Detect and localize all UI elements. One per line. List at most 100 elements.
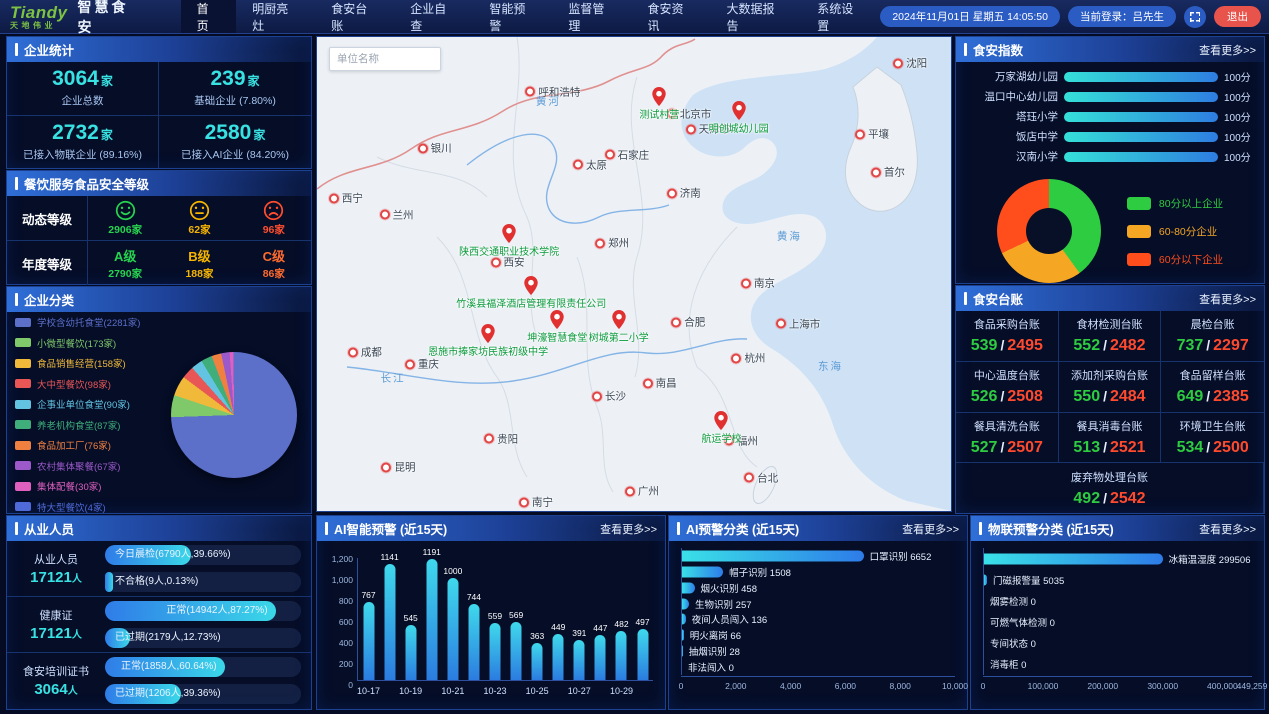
city-name: 合肥 — [684, 315, 705, 330]
safety-level-rows: 动态等级2906家62家96家年度等级A级2790家B级188家C级86家 — [7, 196, 311, 285]
index-bar-track — [1064, 132, 1218, 142]
school-name: 饭店中学 — [962, 129, 1058, 144]
ledger-done-count: 552 — [1073, 337, 1100, 354]
index-bar-fill — [1064, 152, 1218, 162]
nav-menu-item[interactable]: 大数据报告 — [710, 0, 801, 33]
ledger-pending-count: 2500 — [1213, 439, 1249, 456]
map-pin-marker[interactable]: 树城第二小学 — [612, 310, 626, 329]
view-more-link[interactable]: 查看更多>> — [600, 521, 657, 537]
y-tick-label: 400 — [327, 638, 353, 648]
ledger-values: 539/2495 — [971, 337, 1043, 355]
map-pin-marker[interactable]: 测试村营 — [652, 87, 666, 106]
datetime-pill: 2024年11月01日 星期五 14:05:50 — [880, 6, 1060, 27]
level-item: A级2790家 — [88, 241, 162, 285]
map-pin-marker[interactable]: 恩施市捧家坊民族初级中学 — [481, 324, 495, 343]
x-tick-label: 10-27 — [568, 686, 591, 696]
ledger-cell: 餐具消毒台账513/2521 — [1059, 413, 1162, 464]
nav-menu-item[interactable]: 食安台账 — [315, 0, 394, 33]
index-bar-fill — [1064, 72, 1218, 82]
worker-group-row: 健康证17121人正常(14942人,87.27%)已过期(2179人,12.7… — [7, 596, 311, 652]
map-city: 广州 — [625, 484, 659, 499]
city-dot-icon — [491, 257, 501, 267]
stat-unit: 家 — [253, 128, 265, 142]
map-pin-marker[interactable]: 陕西交通职业技术学院 — [502, 224, 516, 243]
city-dot-icon — [893, 58, 903, 68]
nav-menu-item[interactable]: 监督管理 — [552, 0, 631, 33]
nav-menu-item[interactable]: 系统设置 — [801, 0, 880, 33]
hbar-row: 明火离岗 66 — [682, 627, 955, 643]
enterprise-stats-grid: 3064家企业总数239家基础企业 (7.80%)2732家已接入物联企业 (8… — [7, 62, 311, 168]
legend-label: 企事业单位食堂(90家) — [37, 397, 130, 411]
ledger-separator: / — [1000, 388, 1004, 404]
bar-value-label: 744 — [467, 592, 481, 602]
city-name: 呼和浩特 — [538, 84, 580, 99]
legend-swatch — [15, 338, 31, 347]
ledger-separator: / — [1206, 439, 1210, 455]
x-tick-label: 8,000 — [890, 681, 911, 691]
map-overlay: 沈阳呼和浩特北京市天津市平壤首尔银川石家庄太原济南西宁兰州郑州西安南京合肥上海市… — [317, 37, 951, 511]
map-pin-marker[interactable]: 竹溪县福泽酒店管理有限责任公司 — [524, 276, 538, 295]
view-more-link[interactable]: 查看更多>> — [1199, 42, 1256, 58]
map-pin-label: 坤濠智慧食堂 — [527, 329, 587, 344]
map-city: 重庆 — [405, 357, 439, 372]
score-donut-chart — [997, 179, 1101, 283]
nav-menu-item[interactable]: 智能预警 — [473, 0, 552, 33]
city-dot-icon — [741, 278, 751, 288]
ledger-name: 食品采购台账 — [974, 316, 1040, 332]
city-name: 西宁 — [342, 191, 363, 206]
city-dot-icon — [776, 319, 786, 329]
nav-menu-item[interactable]: 首页 — [181, 0, 237, 33]
stat-unit: 家 — [101, 74, 113, 88]
legend-label: 小微型餐饮(173家) — [37, 336, 116, 350]
ledger-separator: / — [1103, 490, 1107, 506]
map-city: 杭州 — [731, 351, 765, 366]
panel-title: 物联预警分类 (近15天) — [988, 519, 1114, 538]
view-more-link[interactable]: 查看更多>> — [1199, 521, 1256, 537]
map-search-input[interactable] — [329, 47, 441, 71]
worker-group-total: 3064人 — [34, 681, 77, 698]
view-more-link[interactable]: 查看更多>> — [1199, 291, 1256, 307]
map-pin-label: 竹溪县福泽酒店管理有限责任公司 — [456, 295, 606, 310]
nav-menu-item[interactable]: 明厨亮灶 — [236, 0, 315, 33]
ledger-separator: / — [1103, 439, 1107, 455]
worker-bar-label: 不合格(9人,0.13%) — [115, 572, 198, 592]
legend-item: 小微型餐饮(173家) — [15, 336, 163, 350]
level-row-items: 2906家62家96家 — [88, 196, 311, 240]
logout-button[interactable]: 退出 — [1214, 6, 1261, 27]
city-name: 南昌 — [656, 376, 677, 391]
map-pin-icon — [714, 411, 728, 430]
safety-index-rows: 万家湖幼儿园100分温口中心幼儿园100分塔珏小学100分饭店中学100分汉南小… — [956, 62, 1264, 165]
bar-value-label: 1000 — [443, 566, 462, 576]
ledger-done-count: 492 — [1073, 490, 1100, 507]
hbar-row: 口罩识别 6652 — [682, 548, 955, 564]
bar — [682, 566, 723, 577]
panel-header: AI预警分类 (近15天) 查看更多>> — [669, 516, 967, 541]
city-dot-icon — [329, 193, 339, 203]
bar-label: 门磁报警量 5035 — [993, 573, 1064, 587]
legend-item: 食品销售经营(158家) — [15, 356, 163, 370]
fullscreen-button[interactable] — [1184, 6, 1206, 28]
nav-menu-item[interactable]: 企业自查 — [394, 0, 473, 33]
hbar-row: 帽子识别 1508 — [682, 564, 955, 580]
view-more-link[interactable]: 查看更多>> — [902, 521, 959, 537]
ledger-name: 食品留样台账 — [1180, 367, 1246, 383]
ledger-name: 中心温度台账 — [974, 367, 1040, 383]
bar-label: 可燃气体检测 0 — [990, 615, 1055, 629]
worker-bar-track: 不合格(9人,0.13%) — [105, 572, 301, 592]
map-pin-marker[interactable]: 航运学校 — [714, 411, 728, 430]
map-pin-marker[interactable]: 明创城幼儿园 — [732, 101, 746, 120]
stat-value: 2580家 — [205, 122, 266, 143]
bar-value-label: 545 — [404, 613, 418, 623]
x-tick-label: 10-17 — [357, 686, 380, 696]
level-count: 2790家 — [108, 266, 142, 281]
panel-header: 食安指数 查看更多>> — [956, 37, 1264, 62]
ledger-done-count: 513 — [1073, 439, 1100, 456]
safety-index-row: 饭店中学100分 — [962, 130, 1256, 143]
map-panel[interactable]: 沈阳呼和浩特北京市天津市平壤首尔银川石家庄太原济南西宁兰州郑州西安南京合肥上海市… — [316, 36, 952, 512]
nav-menu-item[interactable]: 食安资讯 — [631, 0, 710, 33]
map-pin-marker[interactable]: 坤濠智慧食堂 — [550, 310, 564, 329]
level-item: B级188家 — [162, 241, 236, 285]
login-user-pill: 当前登录：吕先生 — [1068, 6, 1176, 27]
x-tick-label: 10-23 — [483, 686, 506, 696]
bar-value-label: 391 — [572, 628, 586, 638]
